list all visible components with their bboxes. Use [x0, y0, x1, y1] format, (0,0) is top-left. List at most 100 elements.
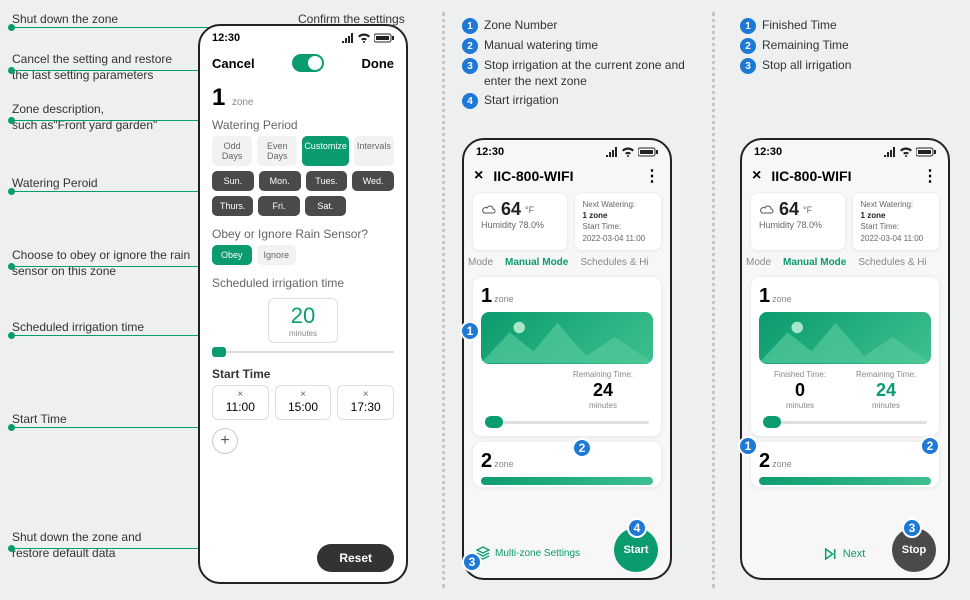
done-button[interactable]: Done	[361, 56, 394, 71]
time-box-1[interactable]: ×11:00	[212, 385, 269, 420]
time-box-3[interactable]: ×17:30	[337, 385, 394, 420]
day-thu[interactable]: Thurs.	[212, 196, 253, 216]
info-cards: 64 °F Humidity 78.0% Next Watering: 1 zo…	[464, 192, 670, 257]
annotation: Shut down the zone	[12, 12, 118, 28]
reset-button[interactable]: Reset	[317, 544, 394, 572]
tab-schedules[interactable]: Schedules & Hi	[858, 257, 926, 268]
zone-label: zone	[494, 459, 514, 469]
multizone-button[interactable]: Multi-zone Settings	[476, 546, 580, 560]
minutes-label: minutes	[573, 401, 633, 410]
status-icons	[884, 146, 936, 158]
annotation: Start Time	[12, 412, 67, 428]
tab-manual[interactable]: Manual Mode	[783, 257, 846, 268]
days-row1: Sun. Mon. Tues. Wed.	[200, 171, 406, 196]
cancel-button[interactable]: Cancel	[212, 56, 255, 71]
badge-3: 3	[902, 518, 922, 538]
remaining-value: 24	[856, 380, 916, 401]
time-slider[interactable]	[485, 416, 649, 428]
tab-manual[interactable]: Manual Mode	[505, 257, 568, 268]
tab-schedules[interactable]: Schedules & Hi	[580, 257, 648, 268]
minutes-label: minutes	[774, 401, 826, 410]
day-sat[interactable]: Sat.	[305, 196, 346, 216]
status-bar: 12:30	[200, 26, 406, 46]
minutes-label: minutes	[269, 329, 337, 338]
zone-number: 2	[481, 450, 492, 473]
badge-3: 3	[462, 552, 482, 572]
divider	[442, 12, 445, 588]
zone-card-1[interactable]: 1zone Finished Time: 0 minutes Remaining…	[750, 276, 940, 437]
zone-image	[759, 477, 931, 485]
close-icon[interactable]: ×	[338, 389, 393, 400]
weather-card: 64 °F Humidity 78.0%	[472, 192, 568, 251]
zone-card-1[interactable]: 1zone Remaining Time: 24 minutes	[472, 276, 662, 437]
zone-number: 2	[759, 450, 770, 473]
badge-icon: 3	[462, 58, 478, 74]
period-even[interactable]: Even Days	[257, 136, 297, 166]
menu-icon[interactable]: ⋮	[922, 166, 938, 186]
day-tue[interactable]: Tues.	[306, 171, 348, 191]
add-time-button[interactable]: +	[212, 428, 238, 454]
day-fri[interactable]: Fri.	[258, 196, 299, 216]
annotation: Zone description, such as"Front yard gar…	[12, 102, 182, 133]
day-mon[interactable]: Mon.	[259, 171, 301, 191]
next-button[interactable]: Next	[825, 548, 866, 560]
zone-label: zone	[772, 294, 792, 304]
leader-line	[12, 191, 212, 192]
badge-2: 2	[572, 438, 592, 458]
remaining-value: 24	[573, 380, 633, 401]
finished-label: Finished Time:	[774, 370, 826, 379]
temperature: 64	[779, 199, 799, 220]
clock: 12:30	[476, 146, 504, 158]
zone-number: 1	[759, 285, 770, 308]
tabs: Mode Manual Mode Schedules & Hi	[742, 257, 948, 272]
leader-line	[12, 120, 212, 121]
day-wed[interactable]: Wed.	[352, 171, 394, 191]
zone-label: zone	[772, 459, 792, 469]
weather-card: 64 °F Humidity 78.0%	[750, 192, 846, 251]
rain-options: Obey Ignore	[200, 245, 406, 270]
minutes-slider[interactable]	[212, 347, 394, 357]
info-cards: 64 °F Humidity 78.0% Next Watering: 1 zo…	[742, 192, 948, 257]
badge-icon: 4	[462, 93, 478, 109]
next-watering-card: Next Watering: 1 zone Start Time: 2022-0…	[852, 192, 940, 251]
minutes-value: 20	[269, 303, 337, 329]
close-icon[interactable]: ×	[276, 389, 331, 400]
tab-mode[interactable]: Mode	[468, 257, 493, 268]
period-intervals[interactable]: Intervals	[354, 136, 394, 166]
badge-icon: 2	[462, 38, 478, 54]
days-row2: Thurs. Fri. Sat.	[200, 196, 406, 221]
zone-toggle[interactable]	[292, 54, 324, 72]
rain-ignore[interactable]: Ignore	[257, 245, 297, 265]
time-slider[interactable]	[763, 416, 927, 428]
zone-image	[481, 312, 653, 364]
minutes-box[interactable]: 20 minutes	[268, 298, 338, 343]
phone-manual-stop: 12:30 × IIC-800-WIFI ⋮ 64 °F Humidity 78…	[740, 138, 950, 580]
temp-unit: °F	[803, 205, 812, 215]
annotation: Watering Peroid	[12, 176, 98, 192]
time-row: ×11:00 ×15:00 ×17:30	[200, 385, 406, 420]
minutes-label: minutes	[856, 401, 916, 410]
annotation: Choose to obey or ignore the rain sensor…	[12, 248, 192, 279]
zone-image	[481, 477, 653, 485]
close-icon[interactable]: ×	[752, 167, 761, 185]
leader-line	[12, 70, 212, 71]
tab-mode[interactable]: Mode	[746, 257, 771, 268]
zone-card-2[interactable]: 2zone	[750, 441, 940, 488]
rain-obey[interactable]: Obey	[212, 245, 252, 265]
close-icon[interactable]: ×	[474, 167, 483, 185]
zone-card-2[interactable]: 2zone	[472, 441, 662, 488]
period-customize[interactable]: Customize	[302, 136, 349, 166]
time-box-2[interactable]: ×15:00	[275, 385, 332, 420]
finished-value: 0	[774, 380, 826, 401]
menu-icon[interactable]: ⋮	[644, 166, 660, 186]
topbar: Cancel Done	[200, 46, 406, 80]
period-odd[interactable]: Odd Days	[212, 136, 252, 166]
status-bar: 12:30	[742, 140, 948, 160]
rain-sensor-title: Obey or Ignore Rain Sensor?	[200, 221, 406, 245]
remaining-label: Remaining Time:	[856, 370, 916, 379]
leader-line	[12, 427, 212, 428]
badge-2: 2	[920, 436, 940, 456]
day-sun[interactable]: Sun.	[212, 171, 254, 191]
close-icon[interactable]: ×	[213, 389, 268, 400]
scheduled-time-title: Scheduled irrigation time	[200, 270, 406, 294]
